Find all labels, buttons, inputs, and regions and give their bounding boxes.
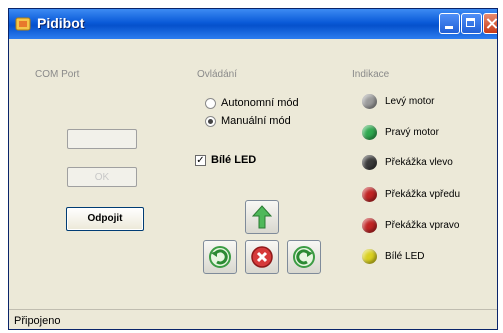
window-title: Pidibot [37,15,85,31]
rotate-left-icon [209,246,231,268]
disconnect-button[interactable]: Odpojit [66,207,144,231]
indicator-obstacle-right: Překážka vpravo [362,218,459,233]
white-led-checkbox-label: Bílé LED [211,154,257,166]
obstacle-right-led [362,218,377,233]
stop-button[interactable] [245,240,279,274]
minimize-button[interactable] [439,13,460,34]
white-led-label: Bílé LED [385,251,425,262]
connect-button[interactable]: OK [67,167,137,187]
close-button[interactable] [483,13,497,34]
right-motor-led [362,125,377,140]
radio-manual-label: Manuální mód [221,115,291,127]
maximize-button[interactable] [461,13,482,34]
white-led-indicator [362,249,377,264]
radio-autonomous-label: Autonomní mód [221,97,299,109]
radio-autonomous-mode[interactable]: Autonomní mód [205,97,299,109]
indicator-right-motor: Pravý motor [362,125,439,140]
status-bar: Připojeno [9,309,497,329]
rotate-right-icon [293,246,315,268]
obstacle-left-led [362,155,377,170]
com-port-label: COM Port [35,69,80,80]
obstacle-front-label: Překážka vpředu [385,189,461,200]
rotate-left-button[interactable] [203,240,237,274]
obstacle-front-led [362,187,377,202]
checkbox-box[interactable]: ✓ [195,154,206,166]
control-label: Ovládání [197,69,238,80]
indicator-obstacle-left: Překážka vlevo [362,155,453,170]
radio-autonomous-circle[interactable] [205,97,216,109]
left-motor-label: Levý motor [385,96,435,107]
obstacle-right-label: Překážka vpravo [385,220,460,231]
indicator-obstacle-front: Překážka vpředu [362,187,460,202]
indicator-left-motor: Levý motor [362,94,434,109]
app-icon [15,17,31,31]
indicator-white-led: Bílé LED [362,249,424,264]
arrow-up-icon [252,205,272,229]
radio-manual-mode[interactable]: Manuální mód [205,115,291,127]
indication-label: Indikace [352,69,390,80]
title-bar[interactable]: Pidibot [9,9,497,39]
white-led-checkbox[interactable]: ✓ Bílé LED [195,154,256,166]
rotate-right-button[interactable] [287,240,321,274]
stop-icon [251,246,273,268]
forward-button[interactable] [245,200,279,234]
radio-manual-circle[interactable] [205,115,216,127]
left-motor-led [362,94,377,109]
port-select-button[interactable] [67,129,137,149]
obstacle-left-label: Překážka vlevo [385,157,453,168]
main-window: Pidibot COM Port OK Odpojit Ovládání Aut… [8,8,498,330]
status-text: Připojeno [14,315,61,327]
right-motor-label: Pravý motor [385,127,439,138]
